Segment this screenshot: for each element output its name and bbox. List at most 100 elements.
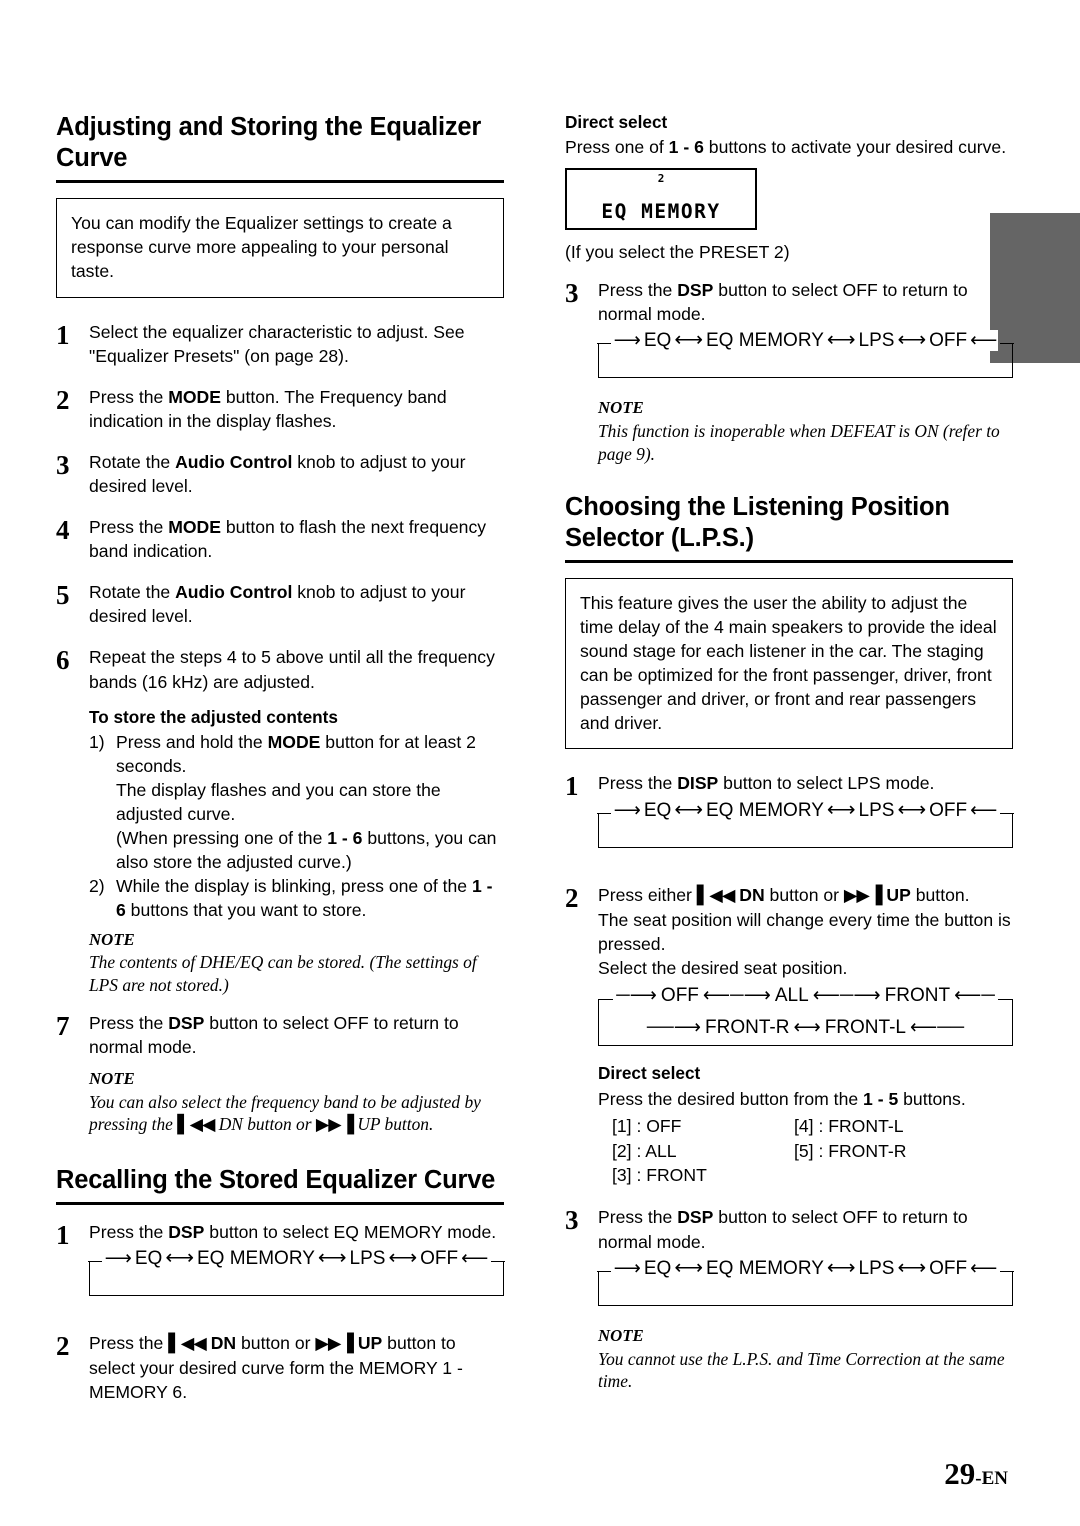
- button-name-1-6: 1 - 6: [327, 828, 363, 848]
- step-text: Press the MODE button. The Frequency ban…: [89, 385, 504, 433]
- text-post: button.: [910, 884, 970, 905]
- step-text: Repeat the steps 4 to 5 above until all …: [89, 647, 495, 692]
- flow-arrow: ⟷: [825, 798, 857, 821]
- flow-arrow-out: ⟵──: [907, 1016, 967, 1038]
- flow-label: EQ: [641, 330, 674, 352]
- flow-arrow-in: ⟶: [612, 1257, 642, 1279]
- text-pre: Press one of: [565, 137, 669, 157]
- text-pre: Press and hold the: [116, 731, 268, 752]
- dsp-mode-flow-diagram: ⟶ EQ ⟷ EQ MEMORY ⟷ LPS ⟷ OFF ⟵: [597, 1256, 1014, 1306]
- step-item: 3 Rotate the Audio Control knob to adjus…: [56, 450, 504, 498]
- flow-label: EQ: [641, 799, 674, 821]
- prev-track-icon: ▌◀◀: [168, 1334, 207, 1355]
- flow-arrow: ⟷: [896, 1256, 928, 1279]
- text-pre: Press the: [598, 773, 678, 794]
- note-label: NOTE: [89, 1068, 135, 1088]
- list-item: 1) Press and hold the MODE button for at…: [89, 730, 504, 778]
- prev-track-icon: ▌◀◀: [177, 1115, 215, 1136]
- step-number: 1: [565, 771, 579, 802]
- text-pre: Press either: [598, 884, 697, 905]
- flow-label: EQ MEMORY: [703, 799, 826, 821]
- step-item: 2 Press the ▌◀◀ DN button or ▶▶▐ UP butt…: [56, 1331, 504, 1404]
- note-label: NOTE: [598, 398, 644, 418]
- flow-label: FRONT: [882, 984, 953, 1006]
- flow-row: ⟶ EQ ⟷ EQ MEMORY ⟷ LPS ⟷ OFF ⟵: [598, 798, 1013, 821]
- step-item: 3 Press the DSP button to select OFF to …: [565, 1205, 1014, 1396]
- flow-label: LPS: [347, 1248, 388, 1270]
- step-item: 5 Rotate the Audio Control knob to adjus…: [56, 580, 504, 628]
- lcd-caption: (If you select the PRESET 2): [565, 242, 790, 263]
- step-text: Select the equalizer characteristic to a…: [89, 321, 465, 366]
- table-cell: [780, 1163, 962, 1188]
- direct-select-text: Press one of 1 - 6 buttons to activate y…: [565, 135, 1013, 159]
- flow-arrow-in: ⟶: [612, 799, 642, 821]
- flow-label: OFF: [658, 984, 701, 1006]
- step-item: 4 Press the MODE button to flash the nex…: [56, 515, 504, 563]
- step-text: Rotate the Audio Control knob to adjust …: [89, 450, 504, 498]
- list-item: The display flashes and you can store th…: [89, 778, 504, 826]
- flow-arrow: ⟷: [791, 1016, 823, 1038]
- flow-arrow-out: ⟵: [460, 1248, 490, 1270]
- flow-arrow: ⟷: [673, 798, 704, 821]
- table-cell: [3] : FRONT: [612, 1165, 707, 1186]
- next-track-icon: ▶▶▐: [315, 1334, 354, 1355]
- flow-arrow: ⟷: [825, 329, 857, 352]
- step-text: Press the DSP button to select OFF to re…: [597, 1205, 1014, 1396]
- flow-label: FRONT-R: [703, 1016, 792, 1038]
- button-name-1-6: 1 - 6: [668, 137, 704, 157]
- step-text-line3: Select the desired seat position.: [598, 957, 848, 978]
- step-text-pre: Press the: [89, 517, 169, 538]
- step-number: 2: [56, 1331, 70, 1362]
- lcd-preset-indicator: 2: [657, 172, 665, 186]
- flow-arrow: ⟷: [896, 798, 928, 821]
- lcd-display-preview: 2 EQ MEMORY: [565, 168, 757, 231]
- list-text: The display flashes and you can store th…: [116, 779, 441, 824]
- flow-arrow-in: ⟶: [612, 330, 642, 352]
- text-pre: (When pressing one of the: [116, 828, 328, 848]
- flow-arrow: ⟷: [164, 1247, 195, 1270]
- prev-track-icon: ▌◀◀: [696, 885, 736, 906]
- button-name-mode: MODE: [168, 386, 221, 407]
- left-column: Adjusting and Storing the Equalizer Curv…: [56, 112, 505, 1422]
- flow-label: LPS: [856, 799, 897, 821]
- text-pre: Press the: [89, 1222, 169, 1243]
- flow-arrow: ⟷: [316, 1247, 348, 1270]
- button-name-dn: DN: [739, 884, 765, 905]
- step-text: Rotate the Audio Control knob to adjust …: [89, 580, 504, 628]
- flow-label: OFF: [418, 1248, 461, 1270]
- step-text: Press the MODE button to flash the next …: [89, 515, 504, 563]
- step-number: 1: [56, 1220, 70, 1251]
- page-title-recalling: Recalling the Stored Equalizer Curve: [56, 1166, 496, 1195]
- button-name-up: UP: [886, 884, 911, 905]
- step-number: 7: [56, 1010, 70, 1041]
- flow-row-a: ─⟶ OFF ⟵─⟶ ALL ⟵─⟶ FRONT ⟵─: [598, 984, 1013, 1006]
- flow-label: OFF: [927, 799, 970, 821]
- note-label: NOTE: [598, 1325, 644, 1345]
- flow-label: EQ: [641, 1257, 674, 1279]
- next-track-icon: ▶▶▐: [843, 885, 883, 906]
- manual-page: Adjusting and Storing the Equalizer Curv…: [0, 0, 1080, 1526]
- flow-arrow-in: ─⟶: [614, 984, 659, 1006]
- table-row: [3] : FRONT: [598, 1163, 1013, 1188]
- list-text: While the display is blinking, press one…: [116, 874, 504, 922]
- flow-arrow-out: ⟵: [969, 1257, 999, 1279]
- step-item: 1 Select the equalizer characteristic to…: [56, 320, 504, 368]
- intro-box-equalizer: You can modify the Equalizer settings to…: [56, 198, 504, 298]
- store-contents-heading: To store the adjusted contents: [89, 706, 338, 727]
- table-row: [2] : ALL [5] : FRONT-R: [598, 1139, 1013, 1164]
- text-pre: Press the desired button from the: [598, 1089, 864, 1110]
- table-cell: [1] : OFF: [612, 1115, 682, 1136]
- list-marker: [89, 826, 116, 874]
- step-number: 3: [565, 278, 579, 309]
- note-label: NOTE: [89, 930, 135, 950]
- flow-arrow: ⟷: [896, 329, 928, 352]
- flow-arrow-out: ⟵: [969, 799, 999, 821]
- flow-arrow-in: ⟶: [103, 1248, 133, 1270]
- text-pre: Press the: [89, 1333, 169, 1354]
- step-item: 3 Press the DSP button to select OFF to …: [565, 278, 1014, 469]
- note-text-part: UP button.: [357, 1114, 434, 1135]
- step-item: 1 Press the DISP button to select LPS mo…: [565, 771, 1014, 865]
- step-item: 2 Press either ▌◀◀ DN button or ▶▶▐ UP b…: [565, 883, 1013, 1189]
- direct-select-heading: Direct select: [565, 112, 668, 132]
- text-pre: While the display is blinking, press one…: [116, 876, 472, 897]
